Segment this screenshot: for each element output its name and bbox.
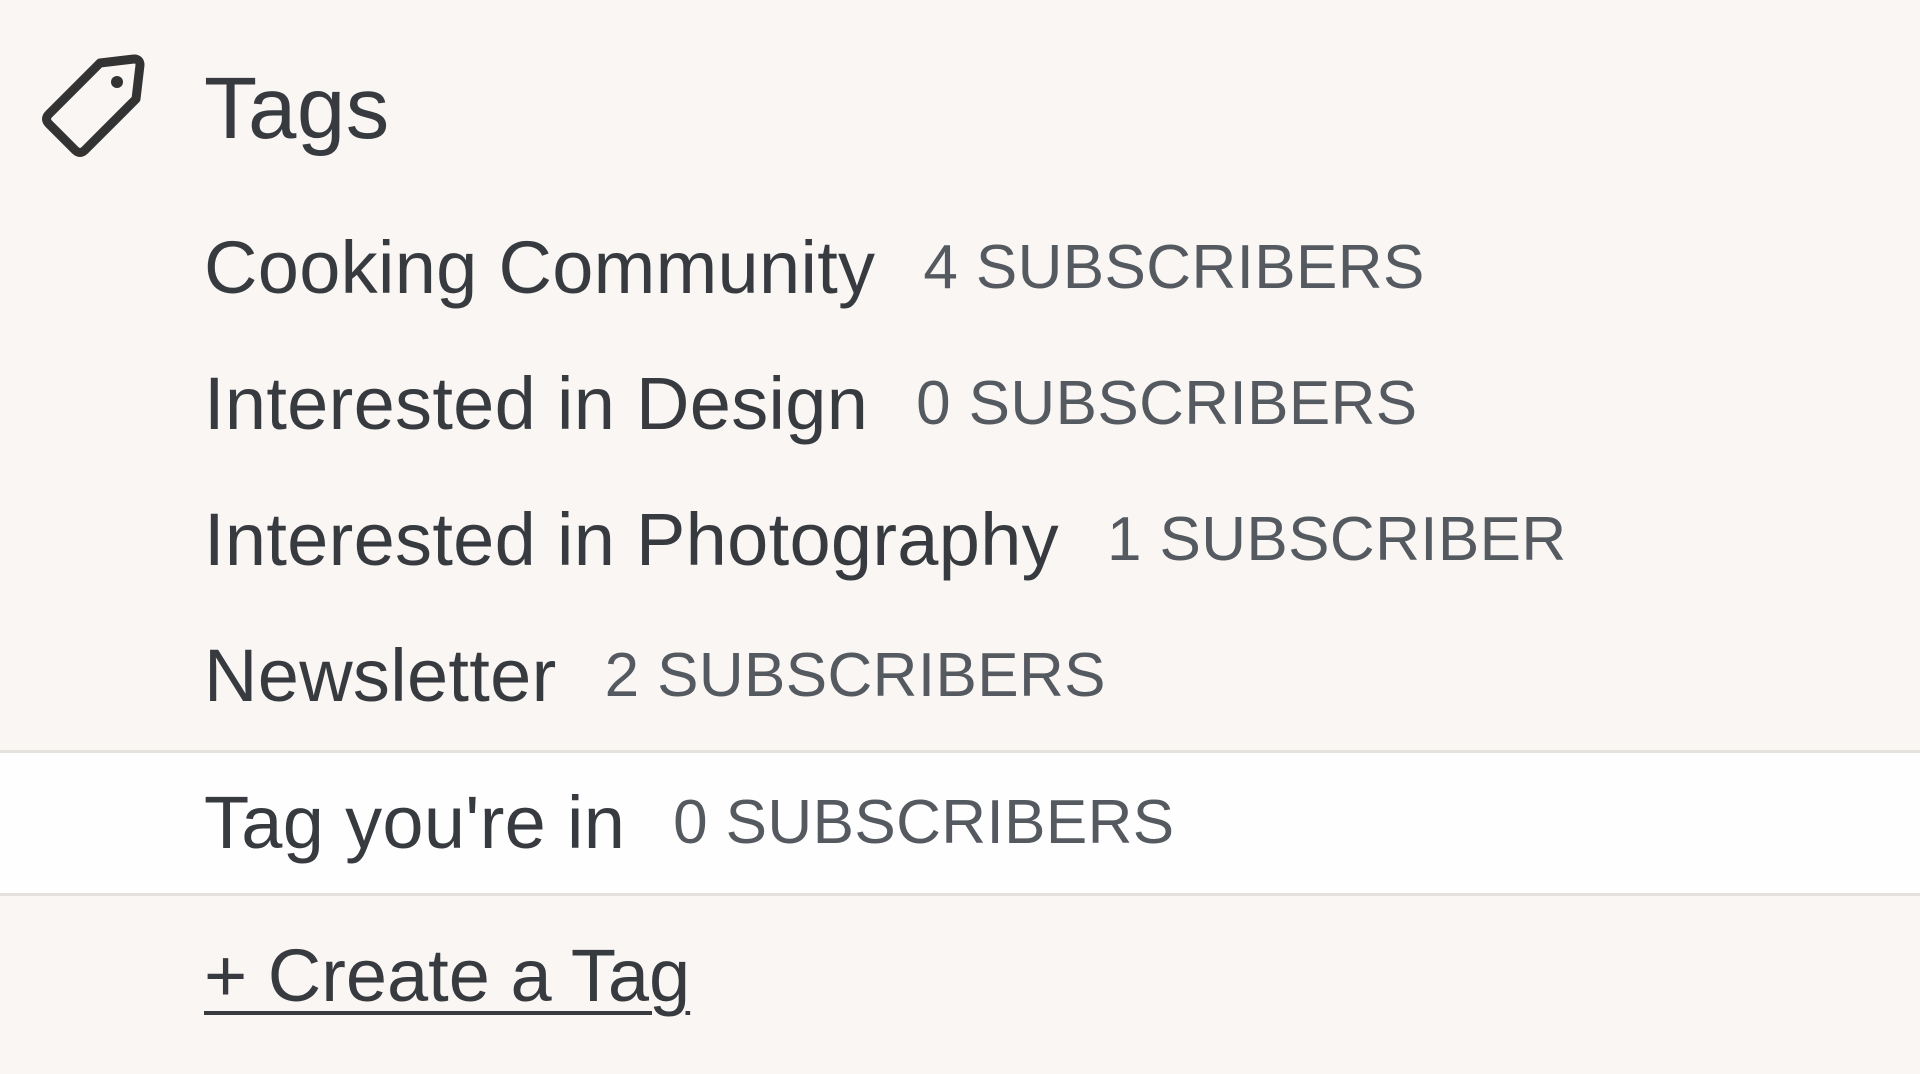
subscriber-count: 0 SUBSCRIBERS (916, 369, 1418, 438)
tag-list-item[interactable]: Cooking Community 4 SUBSCRIBERS (0, 200, 1920, 336)
tag-name: Tag you're in (204, 781, 626, 864)
tag-name: Newsletter (204, 634, 557, 717)
subscriber-count: 0 SUBSCRIBERS (673, 788, 1175, 857)
subscriber-count: 2 SUBSCRIBERS (604, 641, 1106, 710)
subscriber-count: 1 SUBSCRIBER (1106, 505, 1567, 574)
tags-header (34, 50, 150, 166)
page-title: Tags (204, 60, 390, 157)
tag-list-item[interactable]: Interested in Photography 1 SUBSCRIBER (0, 472, 1920, 608)
tag-name: Interested in Photography (204, 498, 1059, 581)
tags-panel: Tags Cooking Community 4 SUBSCRIBERS Int… (0, 0, 1920, 1074)
tag-list-item-selected[interactable]: Tag you're in 0 SUBSCRIBERS (0, 750, 1920, 896)
create-tag-link[interactable]: + Create a Tag (204, 926, 690, 1026)
tag-name: Cooking Community (204, 226, 876, 309)
subscriber-count: 4 SUBSCRIBERS (923, 233, 1425, 302)
tag-list-item[interactable]: Newsletter 2 SUBSCRIBERS (0, 608, 1920, 744)
tag-icon (42, 54, 145, 157)
tag-list-item[interactable]: Interested in Design 0 SUBSCRIBERS (0, 336, 1920, 472)
tag-list: Cooking Community 4 SUBSCRIBERS Interest… (0, 200, 1920, 896)
tag-name: Interested in Design (204, 362, 869, 445)
